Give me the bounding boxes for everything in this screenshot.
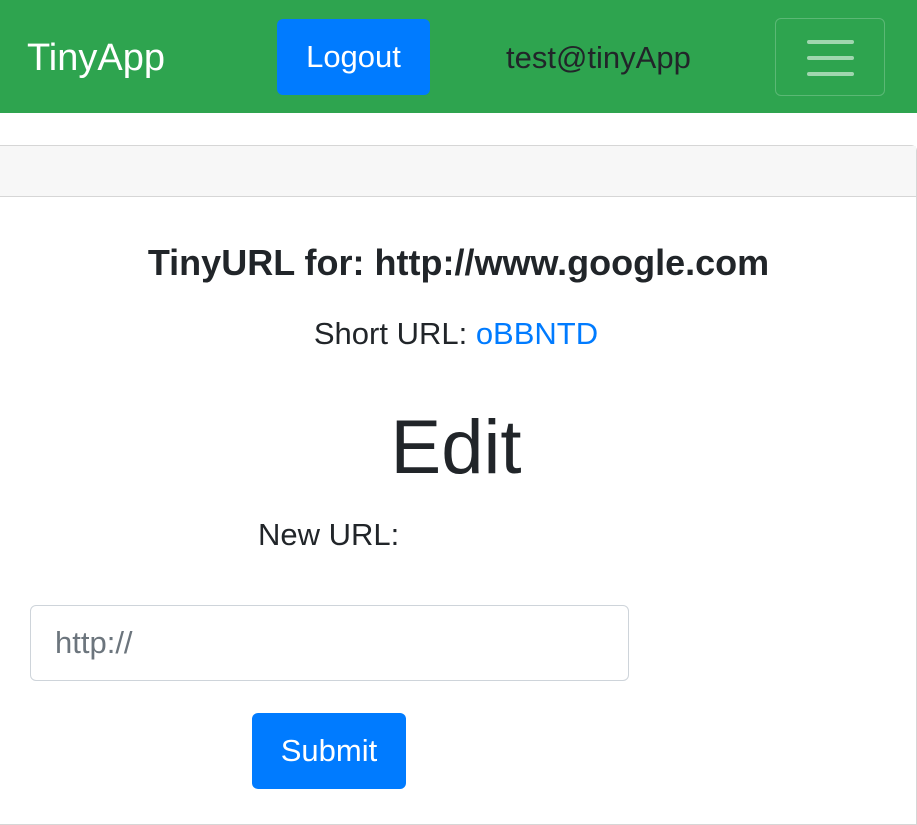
page-title: TinyURL for: http://www.google.com [0,240,917,286]
new-url-input[interactable] [30,605,629,681]
title-prefix: TinyURL for: [147,242,375,283]
navbar: TinyApp Logout test@tinyApp [0,0,917,113]
submit-button[interactable]: Submit [252,713,406,789]
short-url-link[interactable]: oBBNTD [476,316,598,351]
hamburger-bar [807,40,854,44]
edit-heading: Edit [390,405,522,490]
logout-button[interactable]: Logout [277,19,430,95]
user-email: test@tinyApp [506,40,691,75]
hamburger-bar [807,72,854,76]
short-url-row: Short URL: oBBNTD [0,314,912,354]
card-header [0,146,916,197]
hamburger-bar [807,56,854,60]
brand-link[interactable]: TinyApp [27,34,165,82]
new-url-label: New URL: [258,517,400,552]
short-url-label: Short URL: [313,316,476,351]
navbar-toggler-button[interactable] [775,18,885,96]
long-url: http://www.google.com [374,242,770,283]
